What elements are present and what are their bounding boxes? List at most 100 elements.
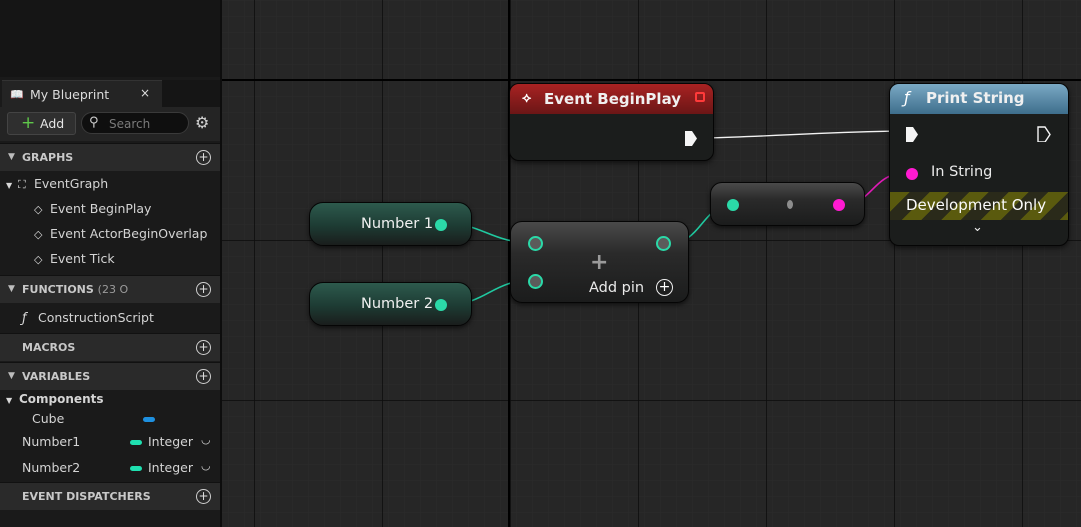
functions-title: FUNCTIONS <box>22 283 94 296</box>
event-diamond-icon: ◇ <box>34 228 43 241</box>
plus-operator-icon: + <box>590 250 609 275</box>
variable-type: Integer <box>148 434 193 449</box>
chevron-down-icon[interactable]: ⌄ <box>972 220 983 235</box>
graph-icon: ⛶ <box>18 178 26 191</box>
search-icon: ⚲ <box>89 115 99 130</box>
event-item-actorbeginoverlap[interactable]: ◇ Event ActorBeginOverlap <box>34 226 207 241</box>
conversion-dot-icon <box>787 200 793 209</box>
variable-name: Number2 <box>22 460 81 475</box>
node-title: Print String <box>926 89 1025 107</box>
add-button-label: Add <box>40 116 65 131</box>
expand-arrow-icon: ▼ <box>6 396 13 405</box>
function-item-constructionscript[interactable]: ƒ ConstructionScript <box>22 310 154 326</box>
event-diamond-icon: ⟡ <box>522 90 532 106</box>
node-header: ƒ Print String <box>890 84 1068 114</box>
collapse-arrow-icon: ▼ <box>8 284 15 294</box>
panel-top-area <box>0 0 220 77</box>
component-row-cube[interactable]: Cube <box>0 407 220 431</box>
node-add-integer[interactable]: + Add pin + <box>510 221 689 303</box>
section-macros[interactable]: MACROS + <box>0 333 220 361</box>
section-title: EVENT DISPATCHERS <box>22 490 151 503</box>
development-only-label: Development Only <box>906 196 1047 214</box>
delegate-square-icon[interactable] <box>695 92 705 102</box>
add-macro-icon[interactable]: + <box>196 340 211 355</box>
expand-arrow-icon: ▼ <box>6 181 13 190</box>
add-variable-icon[interactable]: + <box>196 369 211 384</box>
section-graphs[interactable]: ▼ GRAPHS + <box>0 143 220 171</box>
variable-node-label: Number 2 <box>361 296 434 312</box>
variable-node-label: Number 1 <box>361 216 434 232</box>
add-pin-label[interactable]: Add pin <box>589 280 644 296</box>
tab-my-blueprint[interactable]: 📖 My Blueprint × <box>2 80 162 107</box>
add-button[interactable]: + Add <box>7 112 76 135</box>
function-icon: ƒ <box>904 88 910 107</box>
integer-in-pin-b-icon[interactable] <box>528 274 543 289</box>
integer-in-pin-a-icon[interactable] <box>528 236 543 251</box>
function-item-label: ConstructionScript <box>38 310 154 325</box>
in-string-label: In String <box>931 164 993 180</box>
section-event-dispatchers[interactable]: EVENT DISPATCHERS + <box>0 482 220 510</box>
integer-out-pin-icon[interactable] <box>656 236 671 251</box>
tab-bar-empty <box>162 80 220 107</box>
object-type-pill-icon <box>143 417 155 422</box>
section-title: GRAPHS <box>22 151 74 164</box>
blueprint-graph-canvas[interactable]: ⟡ Event BeginPlay ƒ Print String In Stri… <box>222 0 1081 527</box>
event-item-tick[interactable]: ◇ Event Tick <box>34 251 115 266</box>
integer-out-pin-icon[interactable] <box>435 219 447 231</box>
section-variables[interactable]: ▼ VARIABLES + <box>0 362 220 390</box>
section-title: FUNCTIONS (23 O <box>22 283 128 296</box>
string-out-pin-icon[interactable] <box>833 199 845 211</box>
development-only-bar: Development Only <box>890 192 1068 220</box>
integer-out-pin-icon[interactable] <box>435 299 447 311</box>
variable-type: Integer <box>148 460 193 475</box>
collapse-arrow-icon: ▼ <box>8 371 15 381</box>
components-category[interactable]: ▼ Components <box>6 392 104 406</box>
my-blueprint-panel: 📖 My Blueprint × + Add ⚲ ⚙ ▼ GRAPHS + ▼ ⛶… <box>0 0 222 527</box>
search-input[interactable] <box>107 115 189 133</box>
section-title: VARIABLES <box>22 370 91 383</box>
tab-title: My Blueprint <box>30 87 110 102</box>
node-title: Event BeginPlay <box>544 90 682 108</box>
closed-eye-icon[interactable]: ◡ <box>201 459 211 472</box>
section-title: MACROS <box>22 341 76 354</box>
close-icon[interactable]: × <box>140 86 150 100</box>
closed-eye-icon[interactable]: ◡ <box>201 433 211 446</box>
gear-icon[interactable]: ⚙ <box>195 113 209 133</box>
add-pin-icon[interactable]: + <box>656 279 673 296</box>
section-functions[interactable]: ▼ FUNCTIONS (23 O + <box>0 275 220 303</box>
integer-type-pill-icon <box>130 440 142 445</box>
function-icon: ƒ <box>22 311 27 326</box>
functions-override-count: (23 O <box>97 283 129 296</box>
exec-in-pin-icon[interactable] <box>905 126 919 142</box>
component-name: Cube <box>32 411 65 426</box>
graph-item-label: EventGraph <box>34 176 109 191</box>
in-string-pin-icon[interactable] <box>906 168 918 180</box>
plus-icon: + <box>21 113 36 133</box>
graph-item-eventgraph[interactable]: ▼ ⛶ EventGraph <box>6 176 108 192</box>
event-item-label: Event ActorBeginOverlap <box>50 226 208 241</box>
components-label: Components <box>19 392 104 406</box>
event-item-label: Event BeginPlay <box>50 201 152 216</box>
add-function-icon[interactable]: + <box>196 282 211 297</box>
node-header: ⟡ Event BeginPlay <box>510 84 713 114</box>
integer-in-pin-icon[interactable] <box>727 199 739 211</box>
node-event-beginplay[interactable]: ⟡ Event BeginPlay <box>509 83 714 161</box>
integer-type-pill-icon <box>130 466 142 471</box>
variable-row-number1[interactable]: Number1 Integer ◡ <box>0 430 220 454</box>
variable-row-number2[interactable]: Number2 Integer ◡ <box>0 456 220 480</box>
node-get-number2[interactable]: Number 2 <box>309 282 472 326</box>
node-print-string[interactable]: ƒ Print String In String Development Onl… <box>889 83 1069 246</box>
event-diamond-icon: ◇ <box>34 203 43 216</box>
add-dispatcher-icon[interactable]: + <box>196 489 211 504</box>
search-box[interactable]: ⚲ <box>81 112 189 134</box>
collapse-arrow-icon: ▼ <box>8 152 15 162</box>
panel-toolbar: + Add ⚲ ⚙ <box>0 107 220 141</box>
exec-out-pin-icon[interactable] <box>684 130 698 146</box>
event-item-beginplay[interactable]: ◇ Event BeginPlay <box>34 201 151 216</box>
add-graph-icon[interactable]: + <box>196 150 211 165</box>
event-item-label: Event Tick <box>50 251 115 266</box>
node-int-to-string-conversion[interactable] <box>710 182 865 226</box>
exec-out-pin-icon[interactable] <box>1037 126 1051 142</box>
node-get-number1[interactable]: Number 1 <box>309 202 472 246</box>
blueprint-book-icon: 📖 <box>10 88 24 101</box>
